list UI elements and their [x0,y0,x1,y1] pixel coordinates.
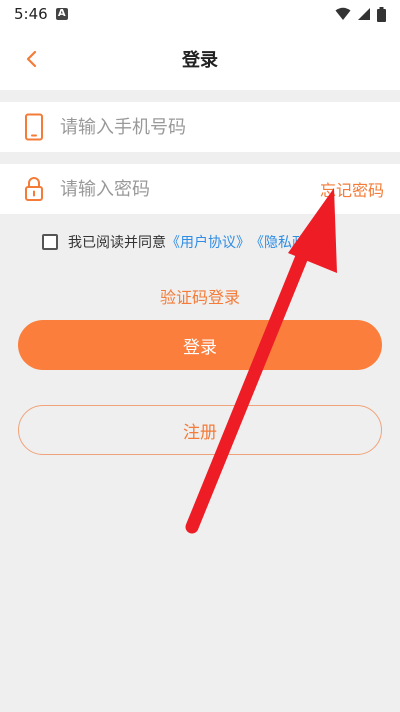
user-agreement-link[interactable]: 《用户协议》 [166,232,250,252]
agreement-text: 我已阅读并同意 [68,235,166,251]
status-time: 5:46 [14,5,48,23]
lock-icon [20,175,48,203]
notification-icon: A [55,8,68,20]
agreement-row: 我已阅读并同意 《用户协议》 《隐私政策》 [42,232,334,252]
password-field-row: 忘记密码 [0,164,400,214]
login-button[interactable]: 登录 [18,320,382,370]
chevron-left-icon [26,50,37,68]
battery-icon [377,6,386,22]
phone-icon [20,113,48,141]
page-title: 登录 [182,50,218,71]
password-input[interactable] [58,177,302,201]
agreement-checkbox[interactable] [42,234,58,250]
register-button[interactable]: 注册 [18,405,382,455]
back-button[interactable] [20,47,44,71]
phone-input[interactable] [58,115,302,139]
signal-icon [358,8,370,20]
sms-login-link[interactable]: 验证码登录 [0,284,400,308]
wifi-icon [335,7,351,20]
status-bar: 5:46 A [0,0,400,28]
privacy-policy-link[interactable]: 《隐私政策》 [250,232,334,252]
header-bar: 登录 [0,28,400,90]
status-right [335,6,386,22]
status-left: 5:46 A [14,5,68,23]
phone-field-row [0,102,400,152]
forgot-password-link[interactable]: 忘记密码 [320,177,384,201]
